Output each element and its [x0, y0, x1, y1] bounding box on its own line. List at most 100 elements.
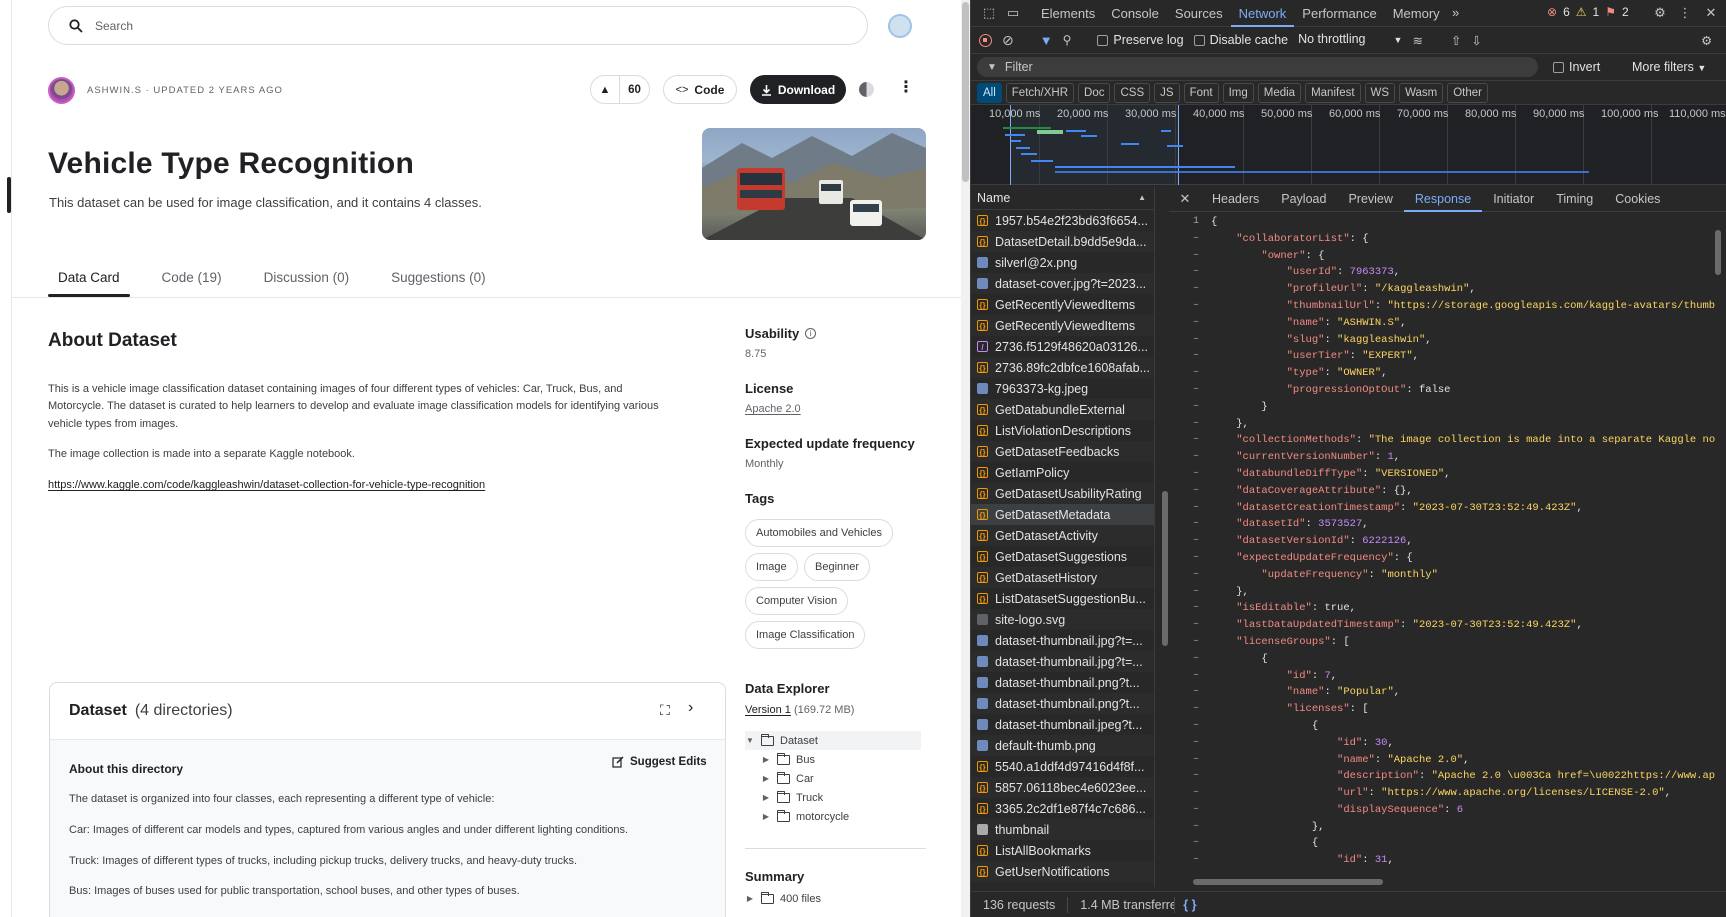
import-har-icon[interactable]: ⇧ — [1451, 33, 1461, 48]
stop-recording-icon[interactable] — [979, 33, 992, 47]
inspect-element-icon[interactable]: ⬚ — [981, 5, 997, 21]
expand-icon[interactable]: ⛶ — [660, 702, 670, 719]
network-settings-icon[interactable]: ⚙ — [1701, 33, 1712, 48]
tab-response[interactable]: Response — [1403, 186, 1483, 212]
tab-headers[interactable]: Headers — [1201, 186, 1270, 212]
request-row[interactable]: silverl@2x.png — [971, 252, 1154, 273]
type-fetch-xhr[interactable]: Fetch/XHR — [1005, 82, 1075, 103]
type-font[interactable]: Font — [1183, 82, 1219, 103]
upvote-control[interactable]: ▲ 60 — [590, 75, 650, 104]
request-row[interactable]: {} 2736.89fc2dbfce1608afab... — [971, 357, 1154, 378]
caret-right-icon[interactable]: ▶ — [761, 793, 771, 802]
tree-item-motorcycle[interactable]: ▶ motorcycle — [745, 807, 921, 826]
tab-cookies[interactable]: Cookies — [1604, 186, 1671, 212]
theme-toggle-icon[interactable] — [859, 82, 874, 97]
type-other[interactable]: Other — [1447, 82, 1488, 103]
response-horizontal-scrollbar-thumb[interactable] — [1193, 879, 1383, 885]
caret-right-icon[interactable]: ▶ — [761, 755, 771, 764]
throttling-select[interactable]: No throttling ▼ — [1298, 32, 1402, 48]
disable-cache-checkbox[interactable]: Disable cache — [1193, 33, 1288, 47]
filter-icon[interactable]: ▼ — [1040, 33, 1053, 48]
sort-up-icon[interactable]: ▲ — [1138, 193, 1146, 202]
more-options-icon[interactable]: ⋮ — [898, 80, 914, 96]
request-row[interactable]: site-logo.svg — [971, 609, 1154, 630]
close-icon[interactable]: ✕ — [1169, 191, 1201, 207]
response-body[interactable]: 1{– "collaboratorList": {– "owner": {– "… — [1169, 214, 1726, 874]
caret-down-icon[interactable]: ▼ — [745, 736, 755, 745]
caret-right-icon[interactable]: ▶ — [761, 774, 771, 783]
type-media[interactable]: Media — [1257, 82, 1302, 103]
type-manifest[interactable]: Manifest — [1305, 82, 1361, 103]
tag-chip[interactable]: Image Classification — [745, 621, 866, 649]
tab-suggestions[interactable]: Suggestions (0) — [381, 268, 496, 297]
tree-item-dataset[interactable]: ▼ Dataset — [745, 731, 921, 750]
device-toolbar-icon[interactable]: ▭ — [1005, 5, 1021, 21]
more-tabs-icon[interactable]: » — [1448, 5, 1464, 21]
request-row[interactable]: 7963373-kg.jpeg — [971, 378, 1154, 399]
clear-icon[interactable]: ⊘ — [1002, 32, 1014, 49]
search-icon[interactable]: ⚲ — [1063, 33, 1072, 47]
request-row[interactable]: dataset-thumbnail.jpeg?t... — [971, 714, 1154, 735]
tab-timing[interactable]: Timing — [1545, 186, 1604, 212]
request-row[interactable]: {} ListAllBookmarks — [971, 840, 1154, 861]
type-js[interactable]: JS — [1154, 82, 1180, 103]
download-button[interactable]: Download — [750, 75, 846, 104]
invert-checkbox[interactable]: Invert — [1553, 60, 1600, 74]
close-icon[interactable]: ✕ — [1703, 5, 1719, 21]
request-row[interactable]: dataset-thumbnail.png?t... — [971, 672, 1154, 693]
tag-chip[interactable]: Image — [745, 553, 798, 581]
response-vertical-scrollbar-thumb[interactable] — [1715, 230, 1721, 275]
request-row[interactable]: {} GetUserNotifications — [971, 861, 1154, 882]
tab-performance[interactable]: Performance — [1294, 0, 1384, 27]
owner-line[interactable]: ASHWIN.S · UPDATED 2 YEARS AGO — [87, 85, 283, 96]
more-options-icon[interactable]: ⋮ — [1677, 5, 1693, 21]
request-row[interactable]: thumbnail — [971, 819, 1154, 840]
tag-chip[interactable]: Beginner — [804, 553, 871, 581]
request-row[interactable]: {} ListDatasetSuggestionBu... — [971, 588, 1154, 609]
issue-counters[interactable]: ⊗ 6 ⚠ 1 ⚑ 2 — [1547, 5, 1629, 19]
type-css[interactable]: CSS — [1114, 82, 1151, 103]
info-icon[interactable]: i — [805, 328, 817, 339]
request-row[interactable]: {} GetDatabundleExternal — [971, 399, 1154, 420]
network-overview-timeline[interactable]: 10,000 ms 20,000 ms 30,000 ms 40,000 ms … — [971, 105, 1726, 185]
settings-gear-icon[interactable]: ⚙ — [1652, 5, 1668, 21]
caret-right-icon[interactable]: ▶ — [745, 894, 755, 903]
user-avatar[interactable] — [888, 14, 912, 38]
caret-right-icon[interactable]: ▶ — [761, 812, 771, 821]
response-vertical-scrollbar[interactable] — [1713, 215, 1723, 870]
type-doc[interactable]: Doc — [1078, 82, 1111, 103]
tab-network[interactable]: Network — [1230, 0, 1295, 27]
tree-item-bus[interactable]: ▶ Bus — [745, 750, 921, 769]
request-row[interactable]: {} GetDatasetMetadata — [971, 504, 1154, 525]
summary-files-row[interactable]: ▶ 400 files — [745, 889, 921, 908]
type-img[interactable]: Img — [1222, 82, 1254, 103]
request-row[interactable]: {} GetDatasetHistory — [971, 567, 1154, 588]
notebook-link[interactable]: https://www.kaggle.com/code/kaggleashwin… — [48, 479, 485, 491]
request-row[interactable]: {} GetIamPolicy — [971, 462, 1154, 483]
type-all[interactable]: All — [977, 82, 1002, 103]
request-row[interactable]: dataset-thumbnail.jpg?t=... — [971, 651, 1154, 672]
request-row[interactable]: dataset-thumbnail.png?t... — [971, 693, 1154, 714]
tab-memory[interactable]: Memory — [1385, 0, 1448, 27]
tree-item-truck[interactable]: ▶ Truck — [745, 788, 921, 807]
export-har-icon[interactable]: ⇩ — [1471, 33, 1481, 48]
owner-avatar[interactable] — [48, 76, 75, 104]
request-row[interactable]: {} DatasetDetail.b9dd5e9da... — [971, 231, 1154, 252]
search-input[interactable]: Search — [48, 6, 868, 45]
network-conditions-icon[interactable]: ≋ — [1412, 33, 1422, 48]
page-scrollbar-thumb[interactable] — [962, 2, 969, 182]
request-row[interactable]: {} GetDatasetSuggestions — [971, 546, 1154, 567]
request-row[interactable]: {} GetRecentlyViewedItems — [971, 294, 1154, 315]
tab-preview[interactable]: Preview — [1337, 186, 1403, 212]
tab-payload[interactable]: Payload — [1270, 186, 1337, 212]
request-list-scrollbar-thumb[interactable] — [1162, 491, 1168, 646]
request-row[interactable]: dataset-thumbnail.jpg?t=... — [971, 630, 1154, 651]
name-column-header[interactable]: Name ▲ — [971, 186, 1154, 210]
response-horizontal-scrollbar[interactable] — [1179, 877, 1726, 887]
filter-input[interactable]: ▼ Filter — [977, 57, 1538, 77]
tree-item-car[interactable]: ▶ Car — [745, 769, 921, 788]
tab-elements[interactable]: Elements — [1033, 0, 1103, 27]
request-list-scrollbar[interactable] — [1161, 186, 1169, 888]
tag-chip[interactable]: Computer Vision — [745, 587, 849, 615]
tab-code[interactable]: Code (19) — [152, 268, 232, 297]
